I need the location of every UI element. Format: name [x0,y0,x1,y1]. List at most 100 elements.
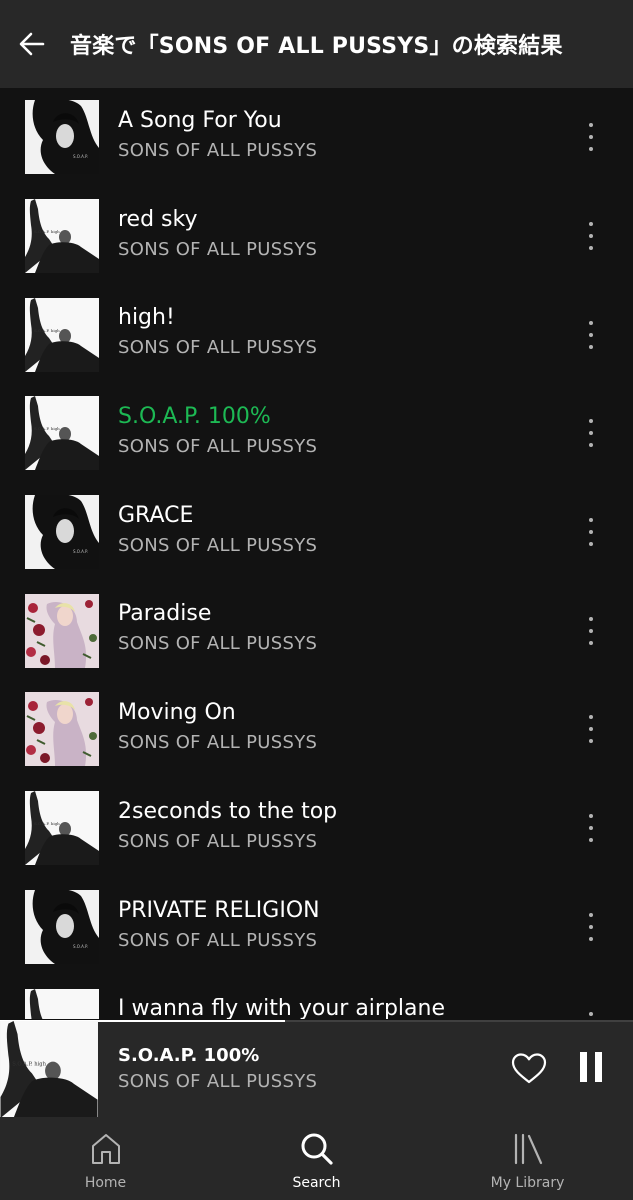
album-cover: S.O.A.P. high [25,791,99,866]
like-button[interactable] [510,1050,548,1088]
more-vertical-icon [589,715,593,720]
more-options-button[interactable] [579,216,603,256]
more-options-button[interactable] [579,1006,603,1020]
track-title: Moving On [118,700,236,726]
more-options-button[interactable] [579,413,603,453]
more-vertical-icon [589,443,593,448]
more-vertical-icon [589,838,593,843]
track-row[interactable]: S.O.A.P. GRACE SONS OF ALL PUSSYS [0,483,633,582]
track-info: S.O.A.P. 100% SONS OF ALL PUSSYS [118,403,317,459]
track-info: 2seconds to the top SONS OF ALL PUSSYS [118,798,337,854]
more-options-button[interactable] [579,512,603,552]
track-title: 2seconds to the top [118,798,338,824]
more-options-button[interactable] [579,709,603,749]
track-row[interactable]: S.O.A.P. A Song For You SONS OF ALL PUSSYS [0,88,633,187]
back-button[interactable] [2,0,62,88]
track-info: PRIVATE RELIGION SONS OF ALL PUSSYS [118,897,320,953]
track-row[interactable]: S.O.A.P. high red sky SONS OF ALL PUSSYS [0,187,633,286]
track-artist: SONS OF ALL PUSSYS [118,238,318,260]
more-vertical-icon [589,518,593,523]
more-options-button[interactable] [579,117,603,157]
bottom-nav: Home Search My Library [0,1117,633,1200]
nav-library-label: My Library [490,1175,565,1191]
track-title: Paradise [118,601,212,627]
svg-text:S.O.A.P. high: S.O.A.P. high [34,229,60,234]
track-list[interactable]: S.O.A.P. A Song For You SONS OF ALL PUSSYS… [0,88,633,1020]
track-artist: SONS OF ALL PUSSYS [118,337,318,359]
track-row[interactable]: Moving On SONS OF ALL PUSSYS [0,680,633,779]
more-vertical-icon [589,924,593,929]
track-row[interactable]: S.O.A.P. high 2seconds to the top SONS OF … [0,779,633,878]
more-vertical-icon [589,147,593,152]
track-row[interactable]: S.O.A.P. high S.O.A.P. 100% SONS OF ALL PU… [0,384,633,483]
home-icon [86,1129,126,1169]
svg-text:S.O.A.P. high: S.O.A.P. high [34,426,60,431]
more-vertical-icon [589,912,593,917]
library-icon [508,1129,548,1169]
track-info: GRACE SONS OF ALL PUSSYS [118,502,317,558]
svg-text:S.O.A.P.: S.O.A.P. [73,154,88,159]
track-info: I wanna fly with your airplaneSONS OF AL… [118,995,445,1020]
now-playing-cover: S.O.A.P. high [0,1021,98,1118]
track-row[interactable]: S.O.A.P. high I wanna fly with your airpl… [0,976,633,1020]
track-row[interactable]: Paradise SONS OF ALL PUSSYS [0,581,633,680]
more-vertical-icon [589,344,593,349]
pause-icon [580,1052,587,1082]
track-info: Moving On SONS OF ALL PUSSYS [118,699,317,755]
now-playing-bar[interactable]: S.O.A.P. high S.O.A.P. 100% SONS OF ALL … [0,1019,633,1118]
track-info: red sky SONS OF ALL PUSSYS [118,206,317,262]
more-vertical-icon [589,814,593,819]
album-cover: S.O.A.P. high [25,199,99,274]
svg-text:S.O.A.P.: S.O.A.P. [73,944,88,949]
header-bar: 音楽で「SONS OF ALL PUSSYS」の検索結果 [0,0,633,88]
more-vertical-icon [589,135,593,140]
more-vertical-icon [589,640,593,645]
more-vertical-icon [589,419,593,424]
album-cover: S.O.A.P. [25,100,99,175]
track-artist: SONS OF ALL PUSSYS [118,732,318,754]
more-vertical-icon [589,246,593,251]
search-icon [297,1129,337,1169]
nav-library[interactable]: My Library [422,1117,633,1200]
now-playing-info[interactable]: S.O.A.P. 100% SONS OF ALL PUSSYS [118,1044,317,1094]
now-playing-title: S.O.A.P. 100% [118,1045,260,1066]
more-vertical-icon [589,826,593,831]
more-vertical-icon [589,123,593,128]
track-row[interactable]: S.O.A.P. high high! SONS OF ALL PUSSYS [0,285,633,384]
nav-search[interactable]: Search [211,1117,422,1200]
track-artist: SONS OF ALL PUSSYS [118,436,318,458]
more-options-button[interactable] [579,808,603,848]
nav-search-label: Search [292,1175,341,1191]
more-vertical-icon [589,628,593,633]
more-vertical-icon [589,530,593,535]
album-cover: S.O.A.P. [25,889,99,964]
track-info: high! SONS OF ALL PUSSYS [118,304,317,360]
nav-home[interactable]: Home [0,1117,211,1200]
svg-text:S.O.A.P.: S.O.A.P. [73,549,88,554]
more-vertical-icon [589,222,593,227]
album-cover [25,593,99,668]
more-vertical-icon [589,616,593,621]
more-vertical-icon [589,936,593,941]
nav-home-label: Home [84,1175,127,1191]
more-vertical-icon [589,320,593,325]
album-cover: S.O.A.P. high [25,988,99,1020]
track-title: high! [118,305,175,331]
track-artist: SONS OF ALL PUSSYS [118,633,318,655]
svg-text:S.O.A.P. high: S.O.A.P. high [12,1062,46,1068]
track-title: I wanna fly with your airplane [118,996,445,1020]
track-artist: SONS OF ALL PUSSYS [118,830,318,852]
more-vertical-icon [589,727,593,732]
album-cover: S.O.A.P. high [25,396,99,471]
more-options-button[interactable] [579,907,603,947]
track-artist: SONS OF ALL PUSSYS [118,929,318,951]
track-title: A Song For You [118,108,282,133]
track-title: PRIVATE RELIGION [118,897,320,923]
more-options-button[interactable] [579,315,603,355]
track-row[interactable]: S.O.A.P. PRIVATE RELIGION SONS OF ALL PUSS… [0,878,633,977]
arrow-left-icon [19,32,45,56]
svg-text:S.O.A.P. high: S.O.A.P. high [34,328,60,333]
track-title: red sky [118,206,198,232]
pause-button[interactable] [575,1052,607,1086]
more-options-button[interactable] [579,611,603,651]
